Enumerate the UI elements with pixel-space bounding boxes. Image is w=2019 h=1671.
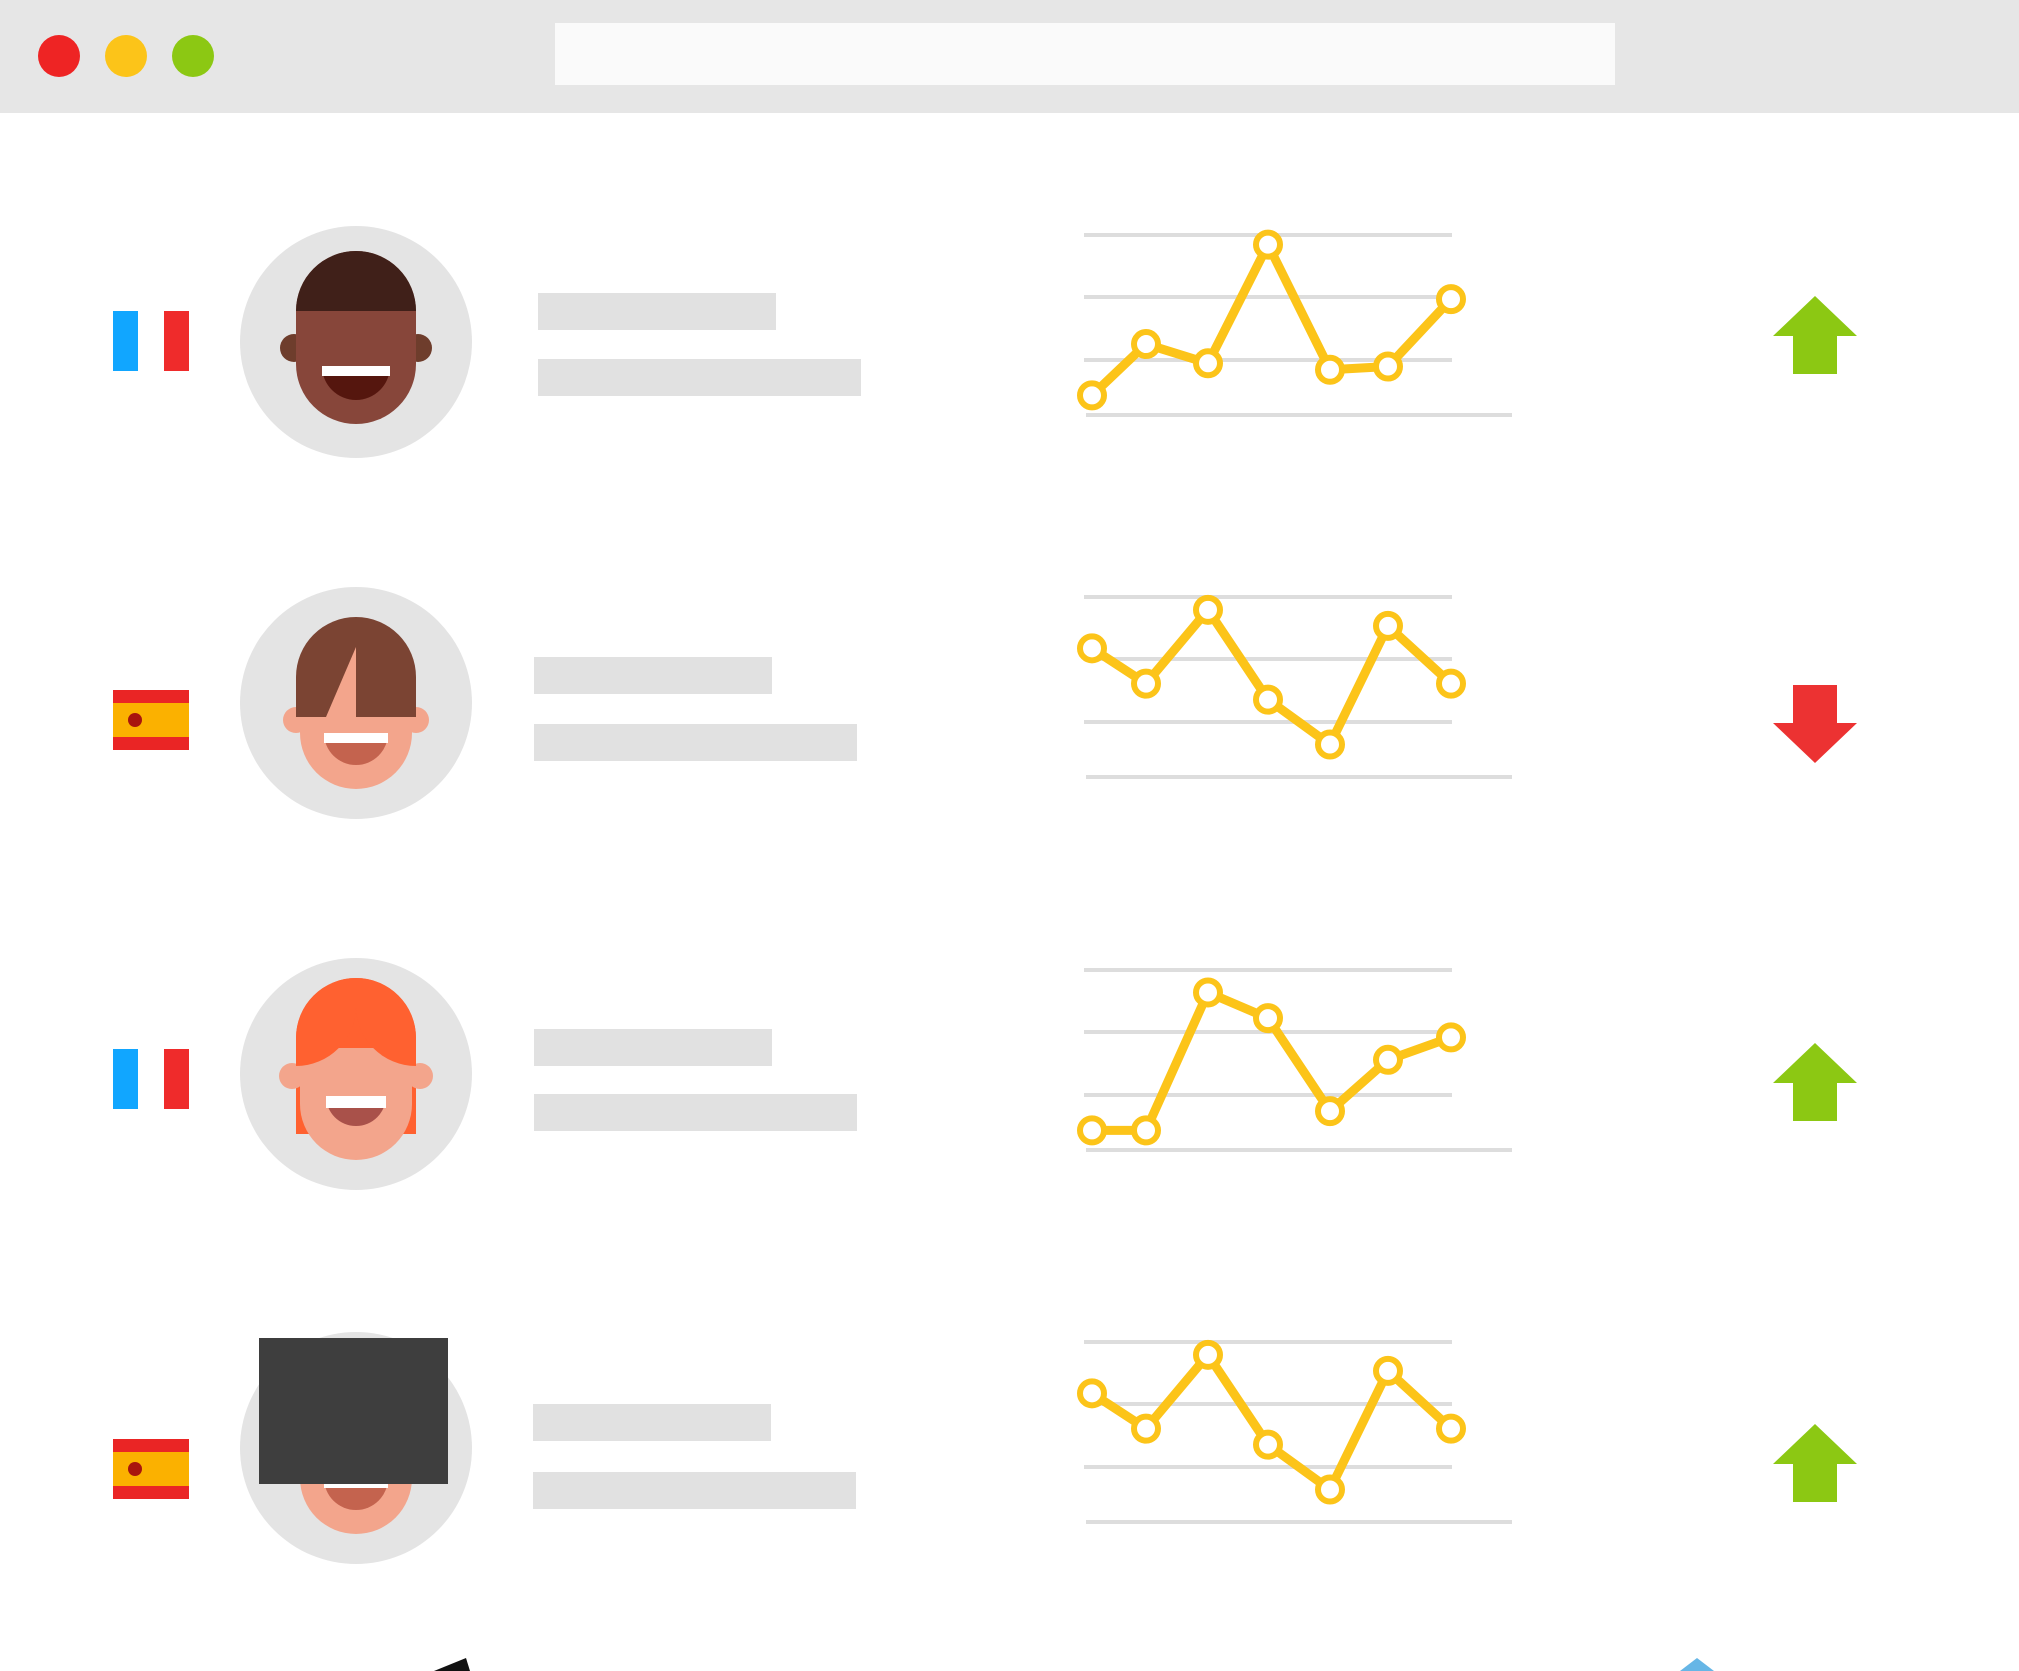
detail-placeholder [534,724,857,761]
data-point [1315,1474,1345,1505]
sparkline-chart [1077,594,1512,779]
data-point [1315,729,1345,760]
trend-up-icon [1773,296,1857,374]
cursor-arrow-icon [434,1658,470,1671]
data-point [1253,1003,1283,1034]
data-point [1315,1096,1345,1127]
sparkline-chart [1077,968,1512,1152]
data-point [1131,329,1161,360]
avatar-face-icon [279,978,433,1160]
data-point [1373,1355,1403,1386]
data-point [1253,229,1283,260]
avatar-face-icon [280,251,432,424]
france-flag-icon [113,1049,189,1109]
name-placeholder [534,657,772,694]
france-flag-icon [113,311,189,371]
partial-arrow-icon [1680,1658,1714,1671]
data-point [1193,1339,1223,1370]
sparkline-chart [1077,1339,1512,1524]
close-button[interactable] [38,35,80,77]
detail-placeholder [533,1472,856,1509]
data-point [1436,668,1466,699]
data-point [1077,1115,1107,1146]
data-point [1253,684,1283,715]
address-bar[interactable] [555,23,1615,85]
list-item[interactable] [0,958,2019,1258]
avatar-face-icon [283,617,429,789]
name-placeholder [538,293,776,330]
data-point [1193,594,1223,625]
zoom-button[interactable] [172,35,214,77]
data-point [1373,1044,1403,1075]
detail-placeholder [534,1094,857,1131]
data-point [1373,610,1403,641]
browser-window [0,0,2019,1671]
data-point [1436,1413,1466,1444]
data-point [1077,380,1107,411]
trend-up-icon [1773,1424,1857,1502]
data-point [1193,977,1223,1008]
list-item[interactable] [0,225,2019,525]
sparkline-chart [1077,229,1512,417]
minimize-button[interactable] [105,35,147,77]
data-point [1131,1413,1161,1444]
list-item[interactable] [0,587,2019,888]
trend-up-icon [1773,1043,1857,1121]
redacted-overlay [259,1338,448,1484]
data-point [1077,633,1107,664]
detail-placeholder [538,359,861,396]
data-point [1315,354,1345,385]
spain-flag-icon [113,1439,189,1499]
data-point [1077,1378,1107,1409]
title-bar [0,0,2019,113]
name-placeholder [533,1404,771,1441]
trend-down-icon [1773,685,1857,763]
data-point [1436,284,1466,315]
data-point [1131,668,1161,699]
data-point [1131,1115,1161,1146]
data-point [1436,1022,1466,1053]
data-point [1193,348,1223,379]
spain-flag-icon [113,690,189,750]
data-point [1373,351,1403,382]
name-placeholder [534,1029,772,1066]
data-point [1253,1429,1283,1460]
